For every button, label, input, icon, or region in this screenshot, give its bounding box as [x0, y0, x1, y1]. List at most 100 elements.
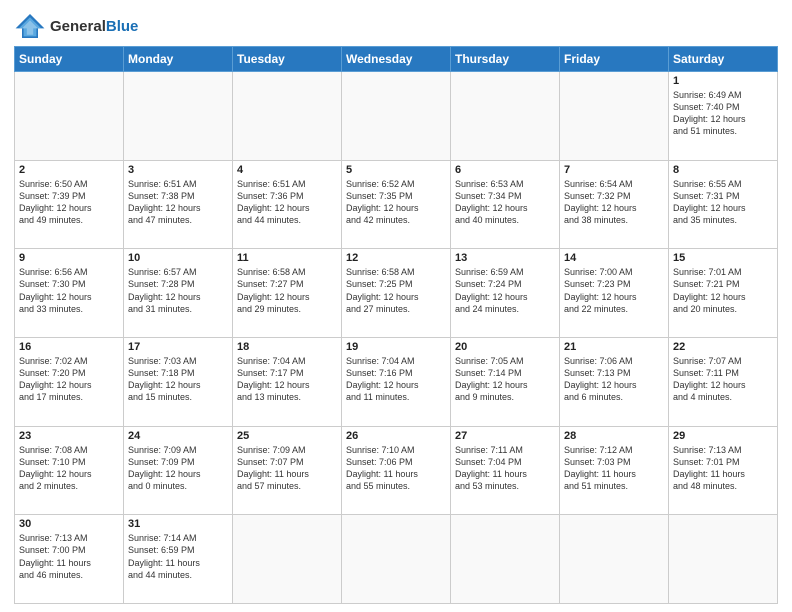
day-info: Sunrise: 7:14 AM Sunset: 6:59 PM Dayligh…	[128, 532, 228, 581]
col-sunday: Sunday	[15, 47, 124, 72]
calendar-cell: 17Sunrise: 7:03 AM Sunset: 7:18 PM Dayli…	[124, 337, 233, 426]
day-number: 20	[455, 341, 555, 353]
calendar-cell: 20Sunrise: 7:05 AM Sunset: 7:14 PM Dayli…	[451, 337, 560, 426]
day-info: Sunrise: 7:06 AM Sunset: 7:13 PM Dayligh…	[564, 355, 664, 404]
col-thursday: Thursday	[451, 47, 560, 72]
day-number: 14	[564, 252, 664, 264]
day-info: Sunrise: 7:08 AM Sunset: 7:10 PM Dayligh…	[19, 444, 119, 493]
day-info: Sunrise: 6:59 AM Sunset: 7:24 PM Dayligh…	[455, 266, 555, 315]
calendar-cell: 31 Sunrise: 7:14 AM Sunset: 6:59 PM Dayli…	[124, 515, 233, 604]
col-friday: Friday	[560, 47, 669, 72]
calendar-cell: 21 Sunrise: 7:06 AM Sunset: 7:13 PM Dayli…	[560, 337, 669, 426]
calendar-cell: 27 Sunrise: 7:11 AM Sunset: 7:04 PM Dayli…	[451, 426, 560, 515]
calendar-cell	[560, 515, 669, 604]
day-number: 16	[19, 341, 119, 353]
calendar-week-row: 16 Sunrise: 7:02 AM Sunset: 7:20 PM Dayli…	[15, 337, 778, 426]
calendar-cell: 6 Sunrise: 6:53 AM Sunset: 7:34 PM Daylig…	[451, 160, 560, 249]
calendar-week-row: 1 Sunrise: 6:49 AM Sunset: 7:40 PM Daylig…	[15, 72, 778, 161]
day-number: 18	[237, 341, 337, 353]
day-number: 3	[128, 164, 228, 176]
logo: GeneralBlue	[14, 12, 138, 40]
calendar-cell: 3 Sunrise: 6:51 AM Sunset: 7:38 PM Daylig…	[124, 160, 233, 249]
day-number: 29	[673, 430, 773, 442]
day-info: Sunrise: 7:13 AM Sunset: 7:00 PM Dayligh…	[19, 532, 119, 581]
calendar-cell	[342, 515, 451, 604]
day-number: 7	[564, 164, 664, 176]
calendar-cell	[451, 515, 560, 604]
day-number: 27	[455, 430, 555, 442]
logo-text: GeneralBlue	[50, 18, 138, 35]
calendar-cell: 5Sunrise: 6:52 AM Sunset: 7:35 PM Daylig…	[342, 160, 451, 249]
calendar-cell: 16 Sunrise: 7:02 AM Sunset: 7:20 PM Dayli…	[15, 337, 124, 426]
calendar-cell: 14Sunrise: 7:00 AM Sunset: 7:23 PM Dayli…	[560, 249, 669, 338]
calendar-cell: 29 Sunrise: 7:13 AM Sunset: 7:01 PM Dayli…	[669, 426, 778, 515]
calendar-cell	[669, 515, 778, 604]
logo-icon	[14, 12, 46, 40]
day-number: 26	[346, 430, 446, 442]
calendar-cell: 24 Sunrise: 7:09 AM Sunset: 7:09 PM Dayli…	[124, 426, 233, 515]
calendar-cell: 7 Sunrise: 6:54 AM Sunset: 7:32 PM Daylig…	[560, 160, 669, 249]
day-number: 2	[19, 164, 119, 176]
calendar-cell	[560, 72, 669, 161]
day-number: 8	[673, 164, 773, 176]
calendar-cell: 25Sunrise: 7:09 AM Sunset: 7:07 PM Dayli…	[233, 426, 342, 515]
day-info: Sunrise: 7:12 AM Sunset: 7:03 PM Dayligh…	[564, 444, 664, 493]
page: GeneralBlue Sunday Monday Tuesday Wednes…	[0, 0, 792, 612]
day-info: Sunrise: 7:11 AM Sunset: 7:04 PM Dayligh…	[455, 444, 555, 493]
day-number: 31	[128, 518, 228, 530]
day-number: 30	[19, 518, 119, 530]
calendar-cell: 30 Sunrise: 7:13 AM Sunset: 7:00 PM Dayli…	[15, 515, 124, 604]
day-number: 9	[19, 252, 119, 264]
calendar-cell	[342, 72, 451, 161]
calendar-cell: 19Sunrise: 7:04 AM Sunset: 7:16 PM Dayli…	[342, 337, 451, 426]
day-info: Sunrise: 7:13 AM Sunset: 7:01 PM Dayligh…	[673, 444, 773, 493]
day-number: 21	[564, 341, 664, 353]
day-info: Sunrise: 6:57 AM Sunset: 7:28 PM Dayligh…	[128, 266, 228, 315]
day-number: 25	[237, 430, 337, 442]
calendar-cell	[233, 72, 342, 161]
day-number: 13	[455, 252, 555, 264]
calendar-cell	[233, 515, 342, 604]
day-info: Sunrise: 6:51 AM Sunset: 7:38 PM Dayligh…	[128, 178, 228, 227]
day-info: Sunrise: 6:49 AM Sunset: 7:40 PM Dayligh…	[673, 89, 773, 138]
day-number: 1	[673, 75, 773, 87]
day-number: 19	[346, 341, 446, 353]
day-info: Sunrise: 6:58 AM Sunset: 7:27 PM Dayligh…	[237, 266, 337, 315]
day-number: 10	[128, 252, 228, 264]
calendar-cell: 23 Sunrise: 7:08 AM Sunset: 7:10 PM Dayli…	[15, 426, 124, 515]
day-number: 23	[19, 430, 119, 442]
calendar-cell	[15, 72, 124, 161]
day-info: Sunrise: 6:52 AM Sunset: 7:35 PM Dayligh…	[346, 178, 446, 227]
day-info: Sunrise: 7:02 AM Sunset: 7:20 PM Dayligh…	[19, 355, 119, 404]
col-saturday: Saturday	[669, 47, 778, 72]
day-info: Sunrise: 7:10 AM Sunset: 7:06 PM Dayligh…	[346, 444, 446, 493]
calendar-cell: 15Sunrise: 7:01 AM Sunset: 7:21 PM Dayli…	[669, 249, 778, 338]
day-info: Sunrise: 6:53 AM Sunset: 7:34 PM Dayligh…	[455, 178, 555, 227]
day-number: 28	[564, 430, 664, 442]
calendar-cell: 13 Sunrise: 6:59 AM Sunset: 7:24 PM Dayli…	[451, 249, 560, 338]
day-info: Sunrise: 7:01 AM Sunset: 7:21 PM Dayligh…	[673, 266, 773, 315]
col-tuesday: Tuesday	[233, 47, 342, 72]
calendar-cell: 28 Sunrise: 7:12 AM Sunset: 7:03 PM Dayli…	[560, 426, 669, 515]
day-number: 24	[128, 430, 228, 442]
calendar-week-row: 9 Sunrise: 6:56 AM Sunset: 7:30 PM Daylig…	[15, 249, 778, 338]
calendar-cell: 22Sunrise: 7:07 AM Sunset: 7:11 PM Dayli…	[669, 337, 778, 426]
day-info: Sunrise: 6:56 AM Sunset: 7:30 PM Dayligh…	[19, 266, 119, 315]
header: GeneralBlue	[14, 12, 778, 40]
day-info: Sunrise: 7:04 AM Sunset: 7:17 PM Dayligh…	[237, 355, 337, 404]
calendar-cell: 1 Sunrise: 6:49 AM Sunset: 7:40 PM Daylig…	[669, 72, 778, 161]
day-number: 6	[455, 164, 555, 176]
col-monday: Monday	[124, 47, 233, 72]
day-number: 17	[128, 341, 228, 353]
calendar-week-row: 2 Sunrise: 6:50 AM Sunset: 7:39 PM Daylig…	[15, 160, 778, 249]
calendar-header-row: Sunday Monday Tuesday Wednesday Thursday…	[15, 47, 778, 72]
calendar-cell: 9 Sunrise: 6:56 AM Sunset: 7:30 PM Daylig…	[15, 249, 124, 338]
calendar-cell: 8Sunrise: 6:55 AM Sunset: 7:31 PM Daylig…	[669, 160, 778, 249]
day-info: Sunrise: 6:50 AM Sunset: 7:39 PM Dayligh…	[19, 178, 119, 227]
day-info: Sunrise: 7:09 AM Sunset: 7:09 PM Dayligh…	[128, 444, 228, 493]
calendar-cell	[124, 72, 233, 161]
calendar-cell: 11 Sunrise: 6:58 AM Sunset: 7:27 PM Dayli…	[233, 249, 342, 338]
day-info: Sunrise: 6:54 AM Sunset: 7:32 PM Dayligh…	[564, 178, 664, 227]
calendar-cell: 10 Sunrise: 6:57 AM Sunset: 7:28 PM Dayli…	[124, 249, 233, 338]
day-number: 11	[237, 252, 337, 264]
